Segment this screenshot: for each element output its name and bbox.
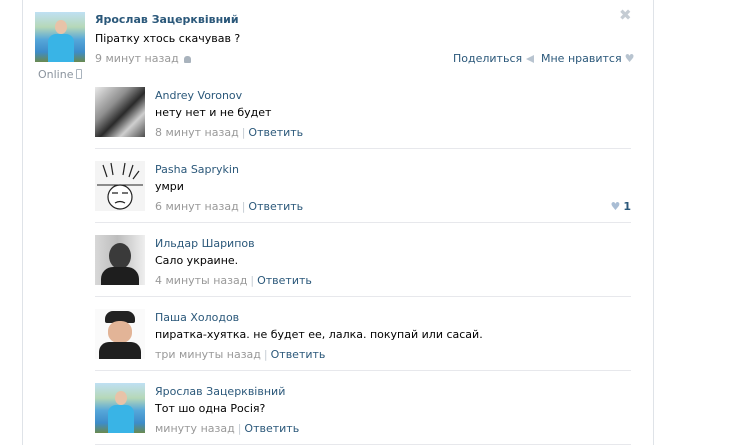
comment-text: Тот шо одна Росія? xyxy=(155,402,266,415)
meta-separator: | xyxy=(241,126,246,139)
comment-avatar[interactable] xyxy=(95,87,145,137)
comment-time[interactable]: 8 минут назад xyxy=(155,126,239,139)
android-icon xyxy=(183,56,191,63)
like-label[interactable]: Мне нравится xyxy=(541,52,622,65)
megaphone-icon xyxy=(526,55,535,63)
reply-link[interactable]: Ответить xyxy=(244,422,299,435)
comment-meta: три минуты назад | Ответить xyxy=(155,348,325,361)
comment-avatar[interactable] xyxy=(95,235,145,285)
online-status-label: Online xyxy=(38,68,74,81)
close-icon[interactable]: ✖ xyxy=(619,6,632,24)
comment: Ильдар Шарипов Сало украине. 4 минуты на… xyxy=(95,223,631,297)
comment-meta: 4 минуты назад | Ответить xyxy=(155,274,312,287)
comment-text: нету нет и не будет xyxy=(155,106,272,119)
comment: Pasha Saprykin умри 6 минут назад | Ответи… xyxy=(95,149,631,223)
like-button[interactable]: Мне нравится ♥ xyxy=(541,52,634,65)
online-status: Online xyxy=(38,68,83,81)
post-author-avatar[interactable] xyxy=(35,12,85,62)
reply-link[interactable]: Ответить xyxy=(248,200,303,213)
comment-author[interactable]: Ильдар Шарипов xyxy=(155,237,255,250)
comment-time[interactable]: минуту назад xyxy=(155,422,235,435)
meta-separator: | xyxy=(250,274,255,287)
comment-like-button[interactable]: ♥ 1 xyxy=(610,200,631,213)
comment-author[interactable]: Pasha Saprykin xyxy=(155,163,239,176)
reply-link[interactable]: Ответить xyxy=(248,126,303,139)
comment-avatar[interactable] xyxy=(95,161,145,211)
post-time[interactable]: 9 минут назад xyxy=(95,52,191,65)
reply-link[interactable]: Ответить xyxy=(257,274,312,287)
meta-separator: | xyxy=(237,422,242,435)
share-button[interactable]: Поделиться xyxy=(453,52,535,65)
heart-icon: ♥ xyxy=(610,200,621,213)
comment-author[interactable]: Andrey Voronov xyxy=(155,89,242,102)
comment-author[interactable]: Паша Холодов xyxy=(155,311,239,324)
comment-avatar[interactable] xyxy=(95,309,145,359)
comment-like-count: 1 xyxy=(623,200,631,213)
comment: Andrey Voronov нету нет и не будет 8 мин… xyxy=(95,75,631,149)
comment-avatar[interactable] xyxy=(95,383,145,433)
wall-post-card: Online Ярослав Зацерквівний Піратку хтос… xyxy=(22,0,654,445)
comment-meta: минуту назад | Ответить xyxy=(155,422,299,435)
comment-time[interactable]: три минуты назад xyxy=(155,348,261,361)
meta-separator: | xyxy=(241,200,246,213)
post-time-label[interactable]: 9 минут назад xyxy=(95,52,179,65)
comment-time[interactable]: 6 минут назад xyxy=(155,200,239,213)
comment-text: Сало украине. xyxy=(155,254,239,267)
comment-author[interactable]: Ярослав Зацерквівний xyxy=(155,385,285,398)
meta-separator: | xyxy=(263,348,268,361)
comment: Паша Холодов пиратка-хуятка. не будет ее… xyxy=(95,297,631,371)
comment-text: умри xyxy=(155,180,184,193)
meme-face-icon xyxy=(97,162,143,210)
reply-link[interactable]: Ответить xyxy=(271,348,326,361)
heart-icon: ♥ xyxy=(624,52,635,65)
comment-meta: 6 минут назад | Ответить xyxy=(155,200,303,213)
comment-text: пиратка-хуятка. не будет ее, лалка. поку… xyxy=(155,328,483,341)
post-author-name[interactable]: Ярослав Зацерквівний xyxy=(95,13,239,26)
comment-meta: 8 минут назад | Ответить xyxy=(155,126,303,139)
comment: Ярослав Зацерквівний Тот шо одна Росія? … xyxy=(95,371,631,445)
mobile-phone-icon xyxy=(76,69,83,79)
share-label[interactable]: Поделиться xyxy=(453,52,522,65)
comment-time[interactable]: 4 минуты назад xyxy=(155,274,247,287)
post-text: Піратку хтось скачував ? xyxy=(95,32,241,45)
